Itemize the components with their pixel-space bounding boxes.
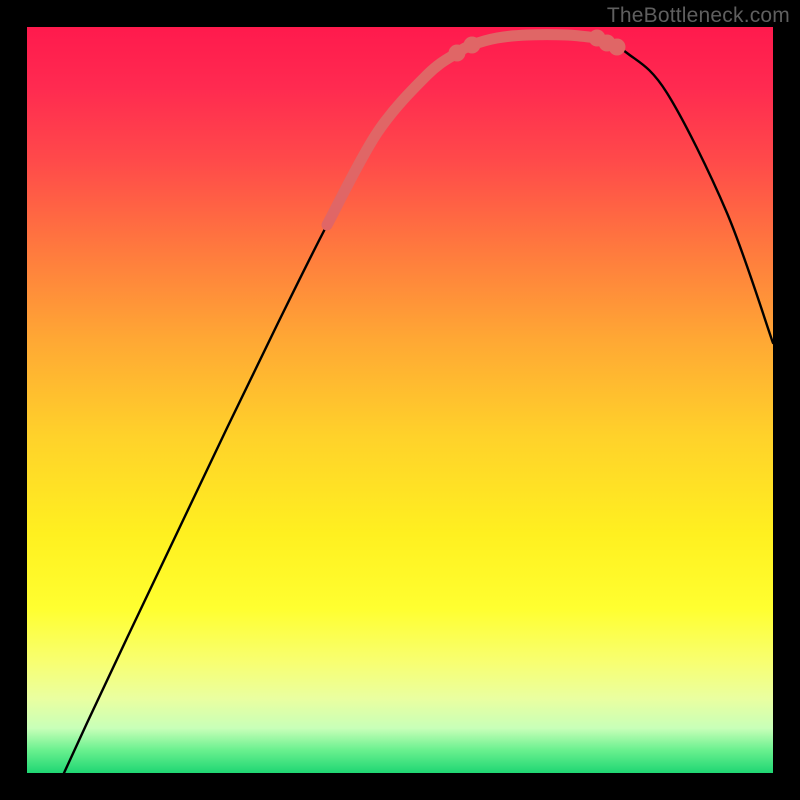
highlight-dot [449, 45, 466, 62]
highlight-dot [609, 39, 626, 56]
chart-frame: TheBottleneck.com [0, 0, 800, 800]
bottleneck-curve [64, 35, 773, 773]
curve-svg [27, 27, 773, 773]
plot-area [27, 27, 773, 773]
highlight-dot [464, 37, 481, 54]
watermark-text: TheBottleneck.com [607, 4, 790, 28]
highlight-segment [327, 35, 597, 225]
